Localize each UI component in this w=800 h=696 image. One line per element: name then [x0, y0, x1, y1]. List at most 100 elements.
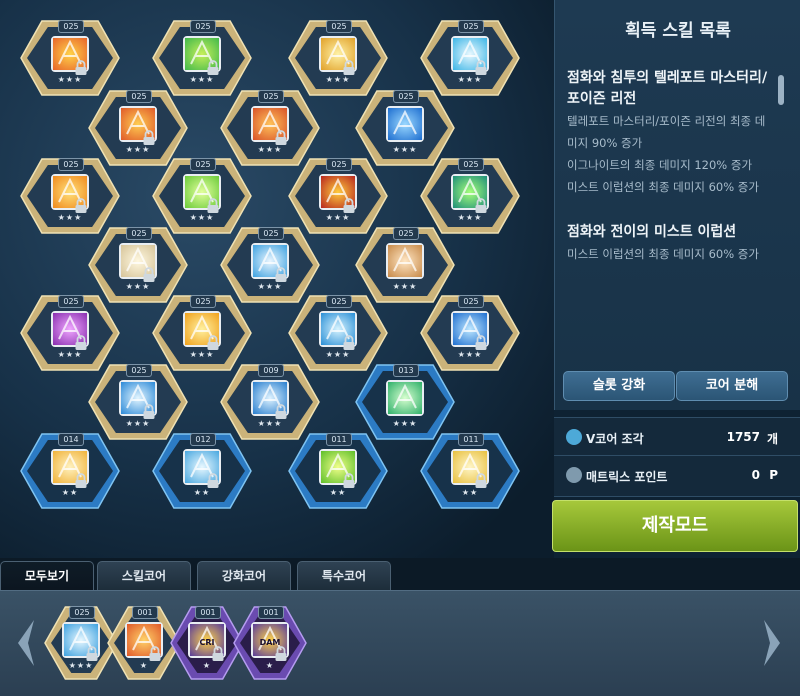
core-level: 012	[190, 433, 216, 446]
core-4[interactable]: 025 ★★★	[420, 20, 520, 96]
core-2[interactable]: 025 ★★★	[152, 20, 252, 96]
skill-effect: 미스트 이럽션의 최종 데미지 60% 증가	[567, 180, 759, 194]
tray-core-4[interactable]: DAM 001 ★	[233, 606, 307, 680]
core-stars: ★★★	[189, 350, 215, 359]
skill-name: 점화와 전이의 미스트 이럽션	[567, 224, 737, 240]
lock-icon	[343, 60, 355, 75]
core-stars: ★★★	[125, 419, 151, 428]
skill-list[interactable]: 점화와 침투의 텔레포트 마스터리/포이즌 리전 텔레포트 마스터리/포이즌 리…	[567, 68, 775, 368]
chevron-right-icon[interactable]	[760, 618, 784, 668]
core-21[interactable]: 013 ★★★	[355, 364, 455, 440]
tab-enhance-core[interactable]: 강화코어	[197, 561, 291, 590]
core-level: 001	[195, 606, 221, 619]
core-level: 011	[458, 433, 484, 446]
core-stars: ★★★	[68, 661, 94, 670]
core-stars: ★★★	[457, 350, 483, 359]
core-24[interactable]: 011 ★★	[288, 433, 388, 509]
core-stars: ★★★	[57, 75, 83, 84]
core-8[interactable]: 025 ★★★	[20, 158, 120, 234]
lock-icon	[343, 198, 355, 213]
core-level: 001	[132, 606, 158, 619]
skill-list-scrollbar[interactable]	[778, 75, 784, 105]
lock-icon	[475, 60, 487, 75]
lock-icon	[75, 335, 87, 350]
core-15[interactable]: 025 ★★★	[20, 295, 120, 371]
core-5[interactable]: 025 ★★★	[88, 90, 188, 166]
lock-icon	[275, 267, 287, 282]
core-3[interactable]: 025 ★★★	[288, 20, 388, 96]
core-stars: ★★★	[325, 350, 351, 359]
lock-icon	[207, 335, 219, 350]
lock-icon	[475, 198, 487, 213]
core-25[interactable]: 011 ★★	[420, 433, 520, 509]
core-level: 011	[326, 433, 352, 446]
core-level: 025	[190, 295, 216, 308]
core-stars: ★★	[329, 488, 347, 497]
core-12[interactable]: 025 ★★★	[88, 227, 188, 303]
slot-upgrade-button[interactable]: 슬롯 강화	[563, 371, 675, 401]
craft-mode-button[interactable]: 제작모드	[552, 500, 798, 552]
core-stars: ★★★	[325, 75, 351, 84]
core-16[interactable]: 025 ★★★	[152, 295, 252, 371]
core-13[interactable]: 025 ★★★	[220, 227, 320, 303]
lock-icon	[212, 646, 224, 661]
lock-icon	[343, 473, 355, 488]
lock-icon	[475, 335, 487, 350]
chevron-left-icon[interactable]	[14, 618, 38, 668]
lock-icon	[275, 404, 287, 419]
core-level: 025	[126, 364, 152, 377]
core-7[interactable]: 025 ★★★	[355, 90, 455, 166]
core-stars: ★★★	[125, 145, 151, 154]
core-stars: ★	[139, 661, 149, 670]
core-stars: ★	[202, 661, 212, 670]
core-stars: ★★★	[392, 282, 418, 291]
core-stars: ★★★	[392, 419, 418, 428]
core-19[interactable]: 025 ★★★	[88, 364, 188, 440]
vcore-shard-value: 1757	[726, 430, 760, 444]
core-level: 025	[190, 158, 216, 171]
green-circle-icon	[386, 380, 424, 416]
core-9[interactable]: 025 ★★★	[152, 158, 252, 234]
character-icon	[386, 243, 424, 279]
lock-icon	[475, 473, 487, 488]
core-1[interactable]: 025 ★★★	[20, 20, 120, 96]
lock-icon	[343, 335, 355, 350]
core-14[interactable]: 025 ★★★	[355, 227, 455, 303]
core-level: 025	[326, 295, 352, 308]
lock-icon	[275, 130, 287, 145]
core-22[interactable]: 014 ★★	[20, 433, 120, 509]
lock-icon	[75, 60, 87, 75]
core-level: 014	[58, 433, 84, 446]
core-stars: ★★	[193, 488, 211, 497]
core-disassemble-button[interactable]: 코어 분해	[676, 371, 788, 401]
core-17[interactable]: 025 ★★★	[288, 295, 388, 371]
lock-icon	[75, 198, 87, 213]
tab-skill-core[interactable]: 스킬코어	[97, 561, 191, 590]
core-23[interactable]: 012 ★★	[152, 433, 252, 509]
tab-all[interactable]: 모두보기	[0, 561, 94, 590]
core-stars: ★	[265, 661, 275, 670]
core-level: 025	[58, 295, 84, 308]
core-level: 025	[258, 227, 284, 240]
core-level: 025	[58, 20, 84, 33]
lock-icon	[207, 198, 219, 213]
tab-special-core[interactable]: 특수코어	[297, 561, 391, 590]
core-stars: ★★★	[457, 213, 483, 222]
core-11[interactable]: 025 ★★★	[420, 158, 520, 234]
core-level: 013	[393, 364, 419, 377]
core-stars: ★★★	[457, 75, 483, 84]
core-20[interactable]: 009 ★★★	[220, 364, 320, 440]
core-level: 025	[126, 227, 152, 240]
lock-icon	[86, 646, 98, 661]
lock-icon	[143, 404, 155, 419]
skill-list-panel: 획득 스킬 목록 점화와 침투의 텔레포트 마스터리/포이즌 리전 텔레포트 마…	[554, 0, 800, 410]
core-18[interactable]: 025 ★★★	[420, 295, 520, 371]
core-level: 001	[258, 606, 284, 619]
skill-effect: 미스트 이럽션의 최종 데미지 60% 증가	[567, 247, 759, 261]
lock-icon	[143, 130, 155, 145]
core-stars: ★★★	[57, 350, 83, 359]
core-6[interactable]: 025 ★★★	[220, 90, 320, 166]
core-level: 025	[458, 158, 484, 171]
skill-name: 점화와 침투의 텔레포트 마스터리/포이즌 리전	[567, 70, 768, 107]
core-10[interactable]: 025 ★★★	[288, 158, 388, 234]
